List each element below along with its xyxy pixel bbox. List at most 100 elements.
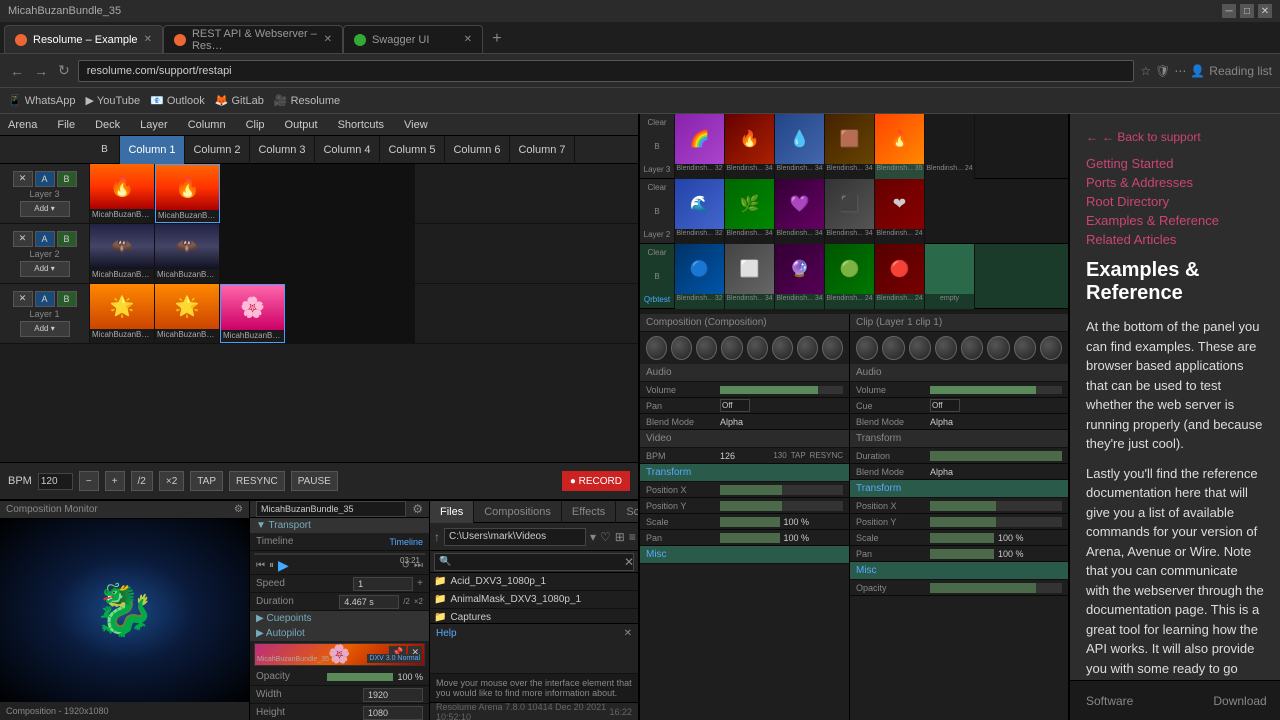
tap-button[interactable]: TAP: [190, 471, 223, 491]
knob-comp7[interactable]: [797, 336, 818, 360]
browser-tab-3[interactable]: Swagger UI ✕: [343, 25, 483, 53]
pause-btn[interactable]: ⏸: [269, 560, 274, 571]
thumb-cell[interactable]: 🔥 Blendinsh... 34: [725, 114, 775, 179]
thumb-cell[interactable]: 🔴 Blendinsh... 24: [875, 244, 925, 309]
thumb-cell[interactable]: 🟫 Blendinsh... 34: [825, 114, 875, 179]
layer-2-solo-a[interactable]: A: [35, 231, 55, 247]
col-2[interactable]: Column 2: [185, 136, 250, 164]
bpm-minus[interactable]: −: [79, 471, 99, 491]
tab-close-1[interactable]: ✕: [144, 34, 152, 45]
thumb-cell[interactable]: 🌈 Blendinsh... 32: [675, 114, 725, 179]
back-link[interactable]: ← ← Back to support: [1086, 130, 1264, 144]
thumb-cell-active[interactable]: 🔥 Blendinsh... 35: [875, 114, 925, 179]
knob-comp5[interactable]: [747, 336, 768, 360]
menu-output[interactable]: Output: [281, 117, 322, 133]
layer-3-add[interactable]: Add ▾: [20, 201, 70, 217]
footer-download[interactable]: Download: [1213, 694, 1266, 708]
back-button[interactable]: ←: [8, 61, 26, 81]
layer-1-clip-4[interactable]: [285, 284, 350, 343]
speed-inc[interactable]: +: [417, 578, 423, 589]
layer-1-clip-3[interactable]: 🌸 MicahBuzanBund...: [220, 284, 285, 343]
thumb-cell[interactable]: 💧 Blendinsh... 34: [775, 114, 825, 179]
knob-clip5[interactable]: [961, 336, 983, 360]
thumb-cell[interactable]: ⬜ Blendinsh... 34: [725, 244, 775, 309]
timeline-bar[interactable]: 03:21: [254, 553, 425, 555]
col-1[interactable]: Column 1: [120, 136, 185, 164]
effects-tab[interactable]: Effects: [562, 501, 616, 523]
layer-1-clip-2[interactable]: 🌟 MicahBuzanBund...: [155, 284, 220, 343]
resync-button[interactable]: RESYNC: [229, 471, 285, 491]
col-3[interactable]: Column 3: [250, 136, 315, 164]
new-tab-button[interactable]: +: [483, 25, 511, 53]
help-close[interactable]: ✕: [624, 628, 632, 639]
layer-1-close[interactable]: ✕: [13, 291, 33, 307]
resync-small2[interactable]: RESYNC: [810, 451, 843, 460]
layer-2-close[interactable]: ✕: [13, 231, 33, 247]
settings-icon[interactable]: ⋯: [1174, 64, 1186, 78]
forward-button[interactable]: →: [32, 61, 50, 81]
knob-comp2[interactable]: [671, 336, 692, 360]
dur-div2[interactable]: /2: [403, 597, 410, 606]
thumb-cell[interactable]: 🔵 Blendinsh... 32: [675, 244, 725, 309]
nav-related[interactable]: Related Articles: [1086, 232, 1264, 247]
nav-getting-started[interactable]: Getting Started: [1086, 156, 1264, 171]
speed-input[interactable]: [353, 577, 413, 591]
knob-clip6[interactable]: [987, 336, 1009, 360]
address-input[interactable]: [78, 60, 1135, 82]
tap-small[interactable]: 130: [773, 451, 786, 460]
star-icon[interactable]: ☆: [1140, 64, 1151, 78]
thumb-cell[interactable]: 💜 Blendinsh... 34: [775, 179, 825, 244]
menu-layer[interactable]: Layer: [136, 117, 172, 133]
menu-file[interactable]: File: [53, 117, 79, 133]
volume-slider[interactable]: [720, 386, 843, 394]
knob-comp4[interactable]: [721, 336, 742, 360]
thumb-cell[interactable]: Blendinsh... 24: [925, 114, 975, 179]
resync-small[interactable]: TAP: [791, 451, 806, 460]
clip-posx-slider[interactable]: [930, 501, 1062, 511]
layer-3-clip-3[interactable]: [220, 164, 285, 223]
files-dropdown[interactable]: ▾: [590, 530, 596, 544]
files-tab[interactable]: Files: [430, 501, 474, 523]
clip-opacity-slider[interactable]: [930, 583, 1062, 593]
layer-2-clip-2[interactable]: 🦇 MicahBuzanBund...: [155, 224, 220, 283]
knob-clip1[interactable]: [856, 336, 878, 360]
layer-3-solo-b[interactable]: B: [57, 171, 77, 187]
prev-btn[interactable]: ⏮: [256, 560, 265, 571]
layer-3-close[interactable]: ✕: [13, 171, 33, 187]
record-button[interactable]: ● RECORD: [562, 471, 630, 491]
files-grid-view[interactable]: ⊞: [615, 530, 625, 544]
col-b[interactable]: B: [90, 136, 120, 164]
compositions-tab[interactable]: Compositions: [474, 501, 562, 523]
menu-arena[interactable]: Arena: [4, 117, 41, 133]
layer-3-clip-2[interactable]: 🔥 MicahBuzanBund...: [155, 164, 220, 223]
thumb-cell[interactable]: empty: [925, 244, 975, 309]
col-6[interactable]: Column 6: [445, 136, 510, 164]
play-btn[interactable]: ▶: [278, 557, 289, 574]
col-7[interactable]: Column 7: [510, 136, 575, 164]
bpm-x2[interactable]: ×2: [159, 471, 184, 491]
maximize-button[interactable]: □: [1240, 4, 1254, 18]
knob-clip8[interactable]: [1040, 336, 1062, 360]
reload-button[interactable]: ↻: [56, 60, 72, 81]
tab-close-3[interactable]: ✕: [464, 34, 472, 45]
menu-view[interactable]: View: [400, 117, 432, 133]
thumb-cell[interactable]: ⬛ Blendinsh... 34: [825, 179, 875, 244]
bookmark-gitlab[interactable]: 🦊 GitLab: [215, 94, 264, 107]
knob-clip3[interactable]: [909, 336, 931, 360]
nav-root-directory[interactable]: Root Directory: [1086, 194, 1264, 209]
knob-clip2[interactable]: [882, 336, 904, 360]
reading-list-label[interactable]: Reading list: [1209, 64, 1272, 78]
bpm-div2[interactable]: /2: [131, 471, 153, 491]
sources-tab[interactable]: Sources: [616, 501, 638, 523]
layer-3-clip-5[interactable]: [350, 164, 415, 223]
clip-dur-slider[interactable]: [930, 451, 1062, 461]
posx-slider[interactable]: [720, 485, 843, 495]
layer-1-solo-a[interactable]: A: [35, 291, 55, 307]
knob-clip4[interactable]: [935, 336, 957, 360]
bookmark-resolume[interactable]: 🎥 Resolume: [274, 94, 340, 107]
duration-input[interactable]: [339, 595, 399, 609]
pause-button[interactable]: PAUSE: [291, 471, 338, 491]
thumb-cell[interactable]: 🟢 Blendinsh... 24: [825, 244, 875, 309]
clip-volume-slider[interactable]: [930, 386, 1062, 394]
files-path-input[interactable]: [444, 528, 586, 546]
